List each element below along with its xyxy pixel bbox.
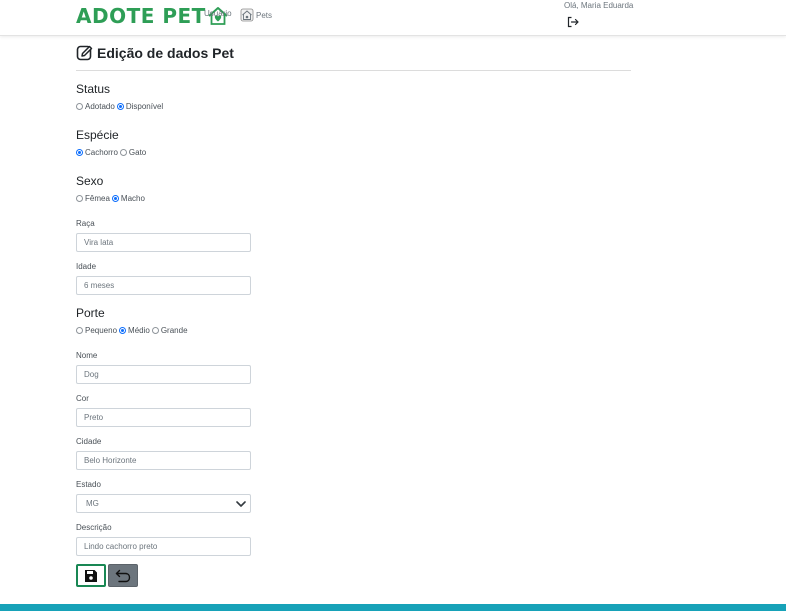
back-button[interactable] [108, 564, 138, 587]
cor-value: Preto [84, 413, 104, 422]
cidade-input[interactable]: Belo Horizonte [76, 451, 251, 470]
header-divider [76, 70, 631, 71]
raca-input[interactable]: Vira lata [76, 233, 251, 252]
porte-title: Porte [76, 306, 105, 320]
page-title: Edição de dados Pet [97, 45, 234, 61]
especie-cachorro-label[interactable]: Cachorro [85, 148, 118, 157]
porte-medio-radio[interactable] [119, 327, 127, 334]
status-title: Status [76, 82, 111, 96]
idade-value: 6 meses [84, 281, 115, 290]
chevron-down-icon [236, 501, 246, 507]
especie-cachorro-radio[interactable] [76, 149, 83, 156]
nav-link-pets[interactable]: Pets [240, 8, 272, 22]
page-header: Edição de dados Pet [76, 44, 631, 62]
porte-medio-label[interactable]: Médio [128, 326, 150, 335]
nav-link-usuario-label: Usuário [204, 9, 232, 18]
sexo-title: Sexo [76, 174, 104, 188]
porte-pequeno-label[interactable]: Pequeno [85, 326, 117, 335]
status-disponivel-radio[interactable] [116, 103, 124, 110]
cidade-value: Belo Horizonte [84, 456, 137, 465]
brand-name: ADOTE PET [76, 4, 206, 28]
cor-label: Cor [76, 394, 89, 403]
pet-house-icon [240, 8, 254, 22]
descricao-label: Descrição [76, 523, 112, 532]
raca-label: Raça [76, 219, 95, 228]
back-arrow-icon [115, 569, 131, 582]
porte-grande-radio[interactable] [151, 327, 159, 334]
idade-label: Idade [76, 262, 97, 271]
descricao-value: Lindo cachorro preto [84, 542, 158, 551]
logout-icon[interactable] [566, 15, 580, 29]
nome-value: Dog [84, 370, 99, 379]
sexo-femea-radio[interactable] [76, 195, 83, 202]
nome-label: Nome [76, 351, 98, 360]
status-radio-group: Adotado Disponível [76, 102, 165, 111]
nome-input[interactable]: Dog [76, 365, 251, 384]
sexo-radio-group: Fêmea Macho [76, 194, 147, 203]
porte-pequeno-radio[interactable] [76, 327, 83, 334]
porte-radio-group: Pequeno Médio Grande [76, 326, 190, 335]
raca-value: Vira lata [84, 238, 114, 247]
status-adotado-radio[interactable] [76, 103, 83, 110]
descricao-input[interactable]: Lindo cachorro preto [76, 537, 251, 556]
page-content: Edição de dados Pet [76, 44, 631, 62]
navbar: ADOTE PET Usuário Pets Olá, Maria Eduard… [0, 0, 786, 36]
especie-title: Espécie [76, 128, 119, 142]
sexo-macho-radio[interactable] [111, 195, 119, 202]
especie-gato-label[interactable]: Gato [129, 148, 146, 157]
footer-bar [0, 604, 786, 611]
user-greeting: Olá, Maria Eduarda [564, 1, 634, 10]
cor-input[interactable]: Preto [76, 408, 251, 427]
estado-label: Estado [76, 480, 101, 489]
cidade-label: Cidade [76, 437, 102, 446]
estado-value: MG [86, 499, 99, 508]
sexo-macho-label[interactable]: Macho [121, 194, 145, 203]
nav-link-pets-label: Pets [256, 10, 273, 20]
porte-grande-label[interactable]: Grande [161, 326, 188, 335]
status-adotado-label[interactable]: Adotado [85, 102, 115, 111]
save-button[interactable] [76, 564, 106, 587]
edit-icon [76, 45, 93, 61]
estado-select[interactable]: MG [76, 494, 251, 513]
especie-radio-group: Cachorro Gato [76, 148, 148, 157]
especie-gato-radio[interactable] [119, 149, 127, 156]
status-disponivel-label[interactable]: Disponível [126, 102, 163, 111]
save-icon [85, 569, 97, 582]
idade-input[interactable]: 6 meses [76, 276, 251, 295]
sexo-femea-label[interactable]: Fêmea [85, 194, 110, 203]
nav-link-usuario[interactable]: Usuário [204, 9, 232, 18]
